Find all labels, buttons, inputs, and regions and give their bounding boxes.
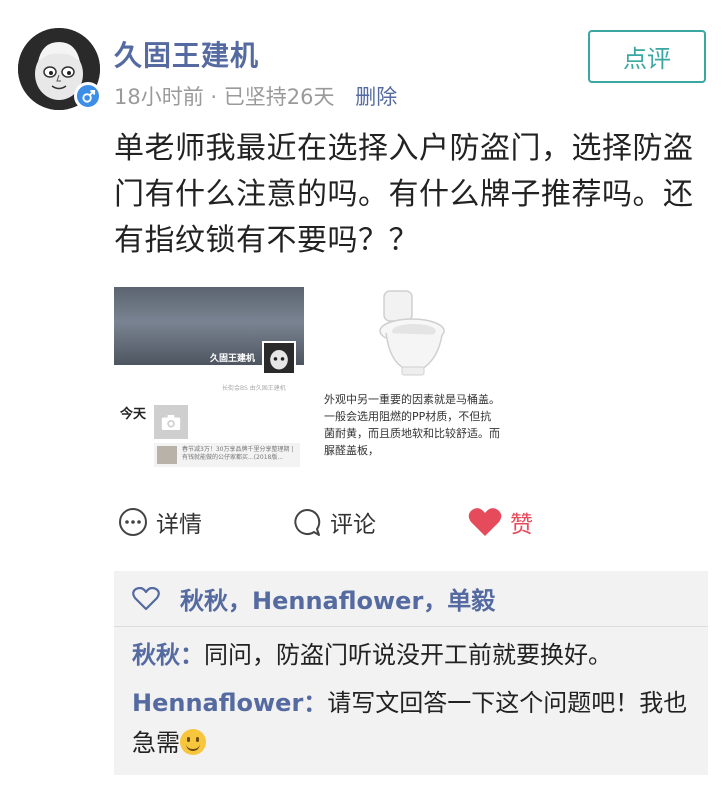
author-name[interactable]: 久固王建机 [114, 34, 259, 74]
likes-row: 秋秋，Hennaflower，单毅 [114, 571, 708, 627]
comment-colon: ： [180, 641, 204, 669]
detail-label: 详情 [156, 512, 202, 538]
streak-days: 已坚持26天 [223, 85, 335, 109]
thumb-profile-name: 久固王建机 [210, 354, 256, 364]
post-meta: 18小时前 · 已坚持26天 删除 [114, 81, 397, 111]
image-thumbnail-toilet[interactable]: 外观中另一重要的因素就是马桶盖。一般会选用阻燃的PP材质，不但抗菌耐黄，而且质地… [318, 287, 506, 473]
thumb-row-text: 春节减3万！30万享品牌千里分享整理期 | 有钱就能做的公仔家都买...(201… [182, 446, 294, 461]
thumb-article-text: 外观中另一重要的因素就是马桶盖。一般会选用阻燃的PP材质，不但抗菌耐黄，而且质地… [324, 393, 500, 457]
like-button[interactable]: 赞 [468, 500, 533, 544]
image-thumbnail-profile[interactable]: 久固王建机 长街会BS 由久固王建机 今天 春节减3万！30万享品牌千里分享整理… [114, 287, 304, 473]
action-bar: 详情 评论 赞 [114, 500, 714, 544]
like-label: 赞 [510, 512, 533, 538]
post-time: 18小时前 [114, 85, 204, 109]
comment-bubble-icon [294, 508, 321, 536]
comment-colon: ： [303, 689, 328, 717]
heart-filled-icon [468, 508, 502, 536]
feedback-panel: 秋秋，Hennaflower，单毅 秋秋：同问，防盗门听说没开工前就要换好。 H… [114, 571, 708, 775]
post-body: 单老师我最近在选择入户防盗门，选择防盗门有什么注意的吗。有什么牌子推荐吗。还有指… [114, 131, 694, 258]
thumb-today-label: 今天 [120, 407, 147, 422]
comment-item: Hennaflower：请写文回答一下这个问题吧！我也急需 [132, 683, 692, 763]
comment-text: 同问，防盗门听说没开工前就要换好。 [204, 641, 612, 669]
thumb-list-row: 春节减3万！30万享品牌千里分享整理期 | 有钱就能做的公仔家都买...(201… [154, 443, 300, 467]
smile-emoji-icon [180, 729, 206, 755]
comment-author[interactable]: 秋秋 [132, 641, 180, 669]
comment-item: 秋秋：同问，防盗门听说没开工前就要换好。 [132, 635, 692, 675]
delete-link[interactable]: 删除 [355, 85, 397, 109]
comment-author[interactable]: Hennaflower [132, 689, 303, 717]
comment-button[interactable]: 评论 [292, 500, 376, 544]
likers-list[interactable]: 秋秋，Hennaflower，单毅 [180, 581, 495, 616]
thumb-profile-subtitle: 长街会BS 由久固王建机 [222, 385, 286, 392]
detail-button[interactable]: 详情 [118, 500, 202, 544]
camera-icon [154, 405, 188, 439]
thumb-fade [318, 455, 506, 473]
more-dots-icon [119, 508, 147, 536]
toilet-image-icon [379, 290, 445, 376]
thumb-row-image [157, 446, 177, 464]
meta-separator: · [210, 85, 218, 109]
male-gender-icon [74, 82, 102, 110]
comment-label: 评论 [330, 512, 376, 538]
heart-outline-icon [132, 586, 160, 610]
thumb-avatar [262, 341, 296, 375]
review-button[interactable]: 点评 [588, 30, 706, 83]
